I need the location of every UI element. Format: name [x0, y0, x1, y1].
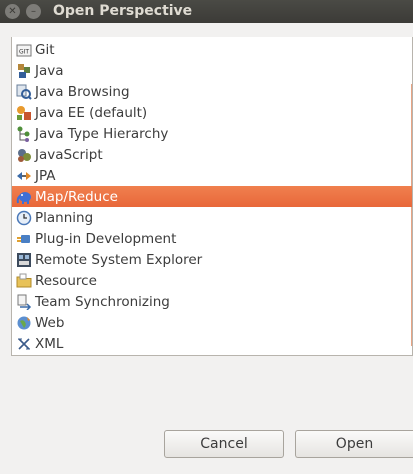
list-item-label: Git [35, 41, 55, 58]
type-hierarchy-icon [16, 126, 32, 142]
open-button[interactable]: Open [295, 430, 413, 458]
list-item-label: Java Type Hierarchy [35, 125, 169, 142]
remote-system-icon [16, 252, 32, 268]
list-item-label: Resource [35, 272, 97, 289]
list-item-label: Java [35, 62, 64, 79]
list-item-label: Planning [35, 209, 94, 226]
list-item[interactable]: Java [12, 60, 412, 81]
list-item-label: Remote System Explorer [35, 251, 203, 268]
list-item[interactable]: Planning [12, 207, 412, 228]
list-item[interactable]: Java Browsing [12, 81, 412, 102]
cancel-button[interactable]: Cancel [164, 430, 284, 458]
list-item-selected[interactable]: Map/Reduce [12, 186, 412, 207]
list-item-label: Plug-in Development [35, 230, 177, 247]
xml-icon [16, 336, 32, 352]
minimize-icon[interactable]: – [26, 4, 41, 19]
list-item-label: JPA [35, 167, 56, 184]
java-browsing-icon [16, 84, 32, 100]
git-icon: GIT [16, 42, 32, 58]
java-ee-icon [16, 105, 32, 121]
list-item[interactable]: Resource [12, 270, 412, 291]
list-item-label: Java EE (default) [35, 104, 148, 121]
sync-icon [16, 294, 32, 310]
plugin-icon [16, 231, 32, 247]
list-item-label: XML [35, 335, 64, 352]
jpa-icon [16, 168, 32, 184]
list-item[interactable]: XML [12, 333, 412, 354]
list-item[interactable]: Java Type Hierarchy [12, 123, 412, 144]
list-item[interactable]: Plug-in Development [12, 228, 412, 249]
java-icon [16, 63, 32, 79]
web-globe-icon [16, 315, 32, 331]
title-bar: ✕ – Open Perspective [0, 0, 413, 23]
svg-text:GIT: GIT [19, 48, 29, 55]
folder-icon [16, 273, 32, 289]
list-item-label: JavaScript [35, 146, 103, 163]
clock-icon [16, 210, 32, 226]
list-item-label: Web [35, 314, 65, 331]
list-item[interactable]: Web [12, 312, 412, 333]
list-item[interactable]: Team Synchronizing [12, 291, 412, 312]
window-title: Open Perspective [53, 3, 193, 19]
list-item[interactable]: JPA [12, 165, 412, 186]
list-item[interactable]: JavaScript [12, 144, 412, 165]
javascript-icon [16, 147, 32, 163]
elephant-icon [16, 189, 32, 205]
list-item[interactable]: GIT Git [12, 39, 412, 60]
list-item[interactable]: Java EE (default) [12, 102, 412, 123]
perspective-list[interactable]: GIT Git Java Java Browsing Java EE (defa… [11, 37, 413, 356]
list-item[interactable]: Remote System Explorer [12, 249, 412, 270]
list-item-label: Map/Reduce [35, 188, 118, 205]
list-item-label: Java Browsing [35, 83, 130, 100]
list-item-label: Team Synchronizing [35, 293, 170, 310]
close-icon[interactable]: ✕ [5, 4, 20, 19]
